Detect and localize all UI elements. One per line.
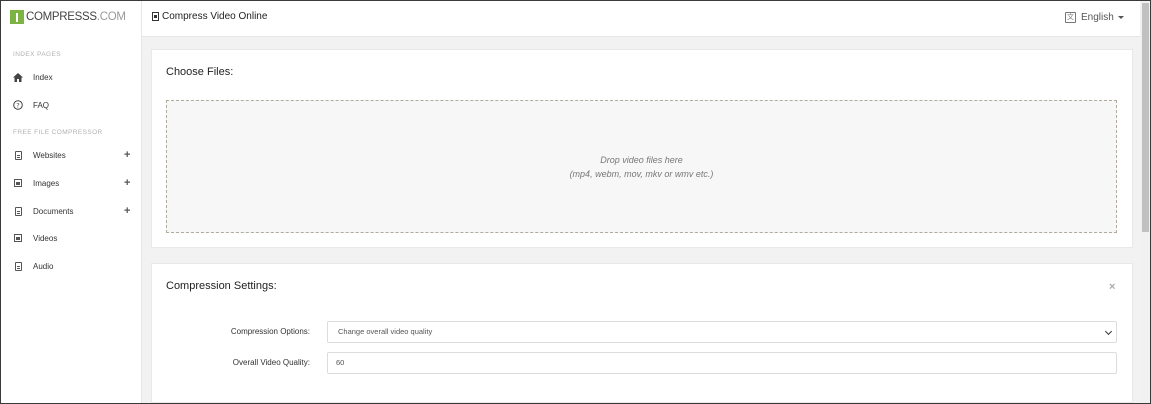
page-title: Compress Video Online [152, 11, 267, 22]
expand-icon[interactable]: + [124, 177, 130, 189]
compression-settings-card: Compression Settings: × Compression Opti… [151, 263, 1133, 403]
image-file-icon [13, 178, 23, 188]
sidebar-item-index[interactable]: Index [1, 67, 142, 87]
language-icon: 文 [1065, 12, 1076, 23]
brand-tld: .COM [96, 11, 126, 23]
sidebar-item-label: Videos [33, 233, 58, 243]
video-quality-input[interactable]: 60 [327, 352, 1117, 374]
video-file-icon [13, 233, 23, 243]
dropzone-formats: (mp4, webm, mov, mkv or wmv etc.) [569, 168, 714, 179]
brand-logo[interactable]: COMPRESSS.COM [10, 10, 126, 24]
sidebar-item-videos[interactable]: Videos [1, 228, 142, 248]
video-file-icon [152, 12, 159, 21]
language-selector[interactable]: 文 English [1065, 12, 1124, 23]
video-quality-value: 60 [336, 358, 345, 367]
section-index-pages: INDEX PAGES [13, 51, 61, 58]
document-icon [13, 206, 23, 216]
sidebar-item-documents[interactable]: Documents + [1, 201, 142, 221]
home-icon [13, 72, 23, 82]
sidebar-item-faq[interactable]: ? FAQ [1, 95, 142, 115]
compression-options-select[interactable]: Change overall video quality [327, 321, 1117, 343]
expand-icon[interactable]: + [124, 205, 130, 217]
page-title-text: Compress Video Online [162, 11, 268, 22]
compression-options-label: Compression Options: [230, 327, 310, 336]
sidebar-item-websites[interactable]: Websites + [1, 145, 142, 165]
audio-file-icon [13, 261, 23, 271]
file-dropzone[interactable]: Drop video files here (mp4, webm, mov, m… [166, 100, 1117, 233]
language-label: English [1081, 12, 1114, 23]
scrollbar[interactable] [1140, 1, 1150, 403]
logo-icon [10, 10, 24, 24]
brand-name: COMPRESSS [26, 11, 97, 23]
main-content: Choose Files: Drop video files here (mp4… [142, 37, 1140, 403]
sidebar-item-label: Audio [33, 261, 54, 271]
sidebar-item-images[interactable]: Images + [1, 173, 142, 193]
choose-files-title: Choose Files: [166, 66, 234, 78]
compression-settings-title: Compression Settings: [166, 280, 277, 292]
top-bar: Compress Video Online 文 English [142, 1, 1140, 37]
sidebar-item-label: Websites [33, 150, 66, 160]
logo-text: COMPRESSS.COM [26, 11, 126, 23]
question-circle-icon: ? [13, 100, 23, 110]
chevron-down-icon [1104, 327, 1113, 336]
scrollbar-thumb[interactable] [1142, 3, 1149, 232]
section-free-file-compressor: FREE FILE COMPRESSOR [13, 129, 103, 136]
sidebar-item-label: Documents [33, 206, 74, 216]
video-quality-label: Overall Video Quality: [232, 358, 310, 367]
compression-options-value: Change overall video quality [338, 327, 433, 336]
dropzone-text: Drop video files here [600, 154, 683, 165]
sidebar-item-label: Images [33, 178, 60, 188]
svg-text:?: ? [16, 102, 19, 110]
sidebar-item-audio[interactable]: Audio [1, 256, 142, 276]
sidebar-item-label: Index [33, 72, 53, 82]
sidebar: COMPRESSS.COM INDEX PAGES Index ? FAQ FR… [1, 1, 142, 403]
html-file-icon [13, 150, 23, 160]
choose-files-card: Choose Files: Drop video files here (mp4… [151, 49, 1133, 248]
sidebar-item-label: FAQ [33, 100, 50, 110]
expand-icon[interactable]: + [124, 149, 130, 161]
caret-down-icon [1117, 16, 1124, 19]
close-icon[interactable]: × [1109, 281, 1115, 293]
